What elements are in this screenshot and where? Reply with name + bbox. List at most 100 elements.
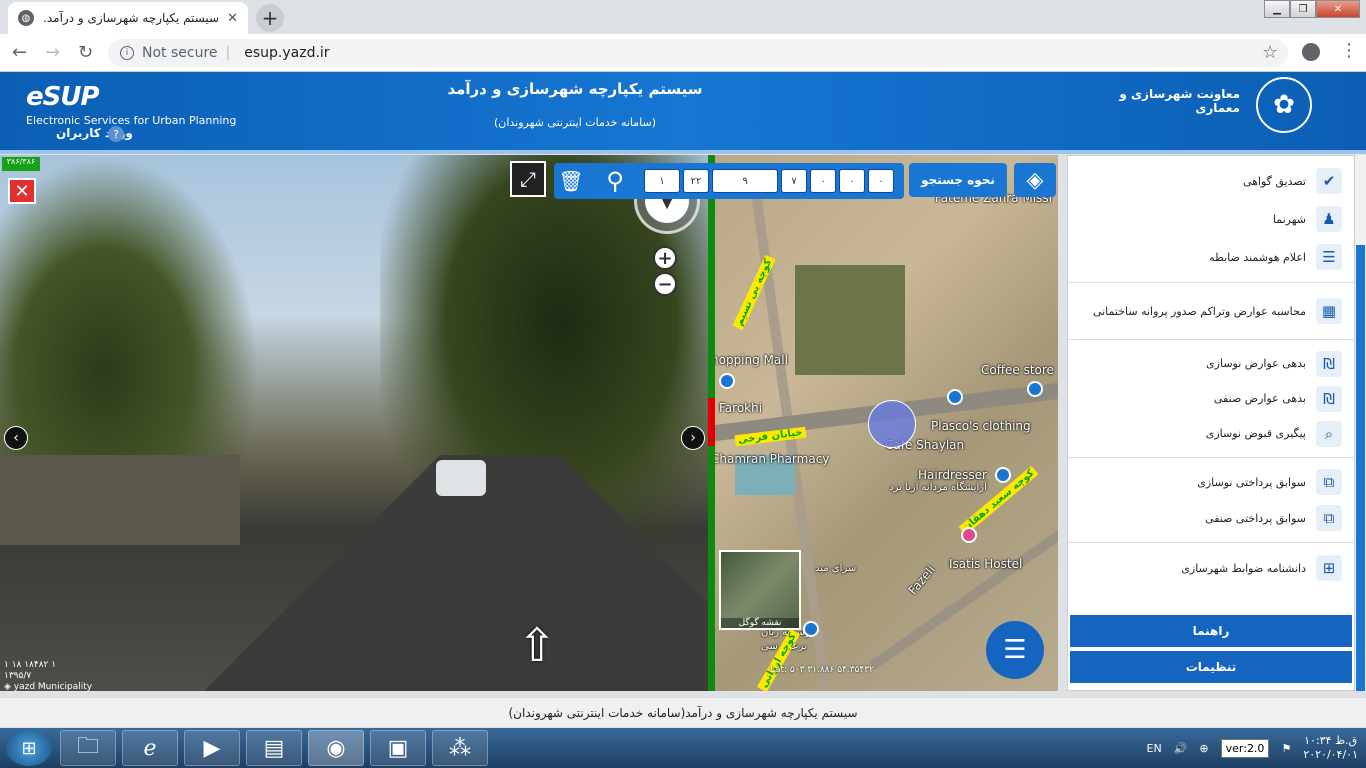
page-title: سیستم یکپارچه شهرسازی و درآمد xyxy=(447,80,703,98)
forward-arrow-icon[interactable]: ⇧ xyxy=(512,622,562,668)
security-status: Not secure xyxy=(142,45,218,61)
trash-icon[interactable]: 🗑 xyxy=(556,166,586,196)
page-subtitle: (سامانه خدمات اینترنتی شهروندان) xyxy=(493,116,657,129)
guide-button[interactable]: راهنما xyxy=(1070,615,1352,647)
search-icon[interactable]: ⚲ xyxy=(600,166,630,196)
code-cell[interactable]: ۲۲ xyxy=(683,169,709,193)
code-cell[interactable]: ۰ xyxy=(810,169,836,193)
help-icon[interactable]: ? xyxy=(108,126,124,142)
settings-button[interactable]: تنظیمات xyxy=(1070,651,1352,683)
hamburger-menu-icon[interactable]: ☰ xyxy=(986,621,1044,679)
map-label: Chamran Pharmacy xyxy=(715,452,830,466)
street-view-badge: ۳۸۶/۳۸۶ xyxy=(2,157,40,171)
control-panel-icon[interactable]: ▤ xyxy=(246,730,302,766)
document-lines-icon: ☰ xyxy=(1316,244,1342,270)
code-cell[interactable]: ۹ xyxy=(712,169,778,193)
caption-credit: ◈ yazd Municipality xyxy=(4,682,93,692)
map-label: سرای مید xyxy=(815,563,857,574)
url-text[interactable]: esup.yazd.ir xyxy=(244,45,329,61)
hotel-pin-icon[interactable] xyxy=(961,527,977,543)
shopping-pin-icon[interactable] xyxy=(719,373,735,389)
page-footer: سیستم یکپارچه شهرسازی و درآمد(سامانه خدم… xyxy=(0,697,1366,727)
payment-history-icon: ⧉ xyxy=(1316,469,1342,495)
service-item[interactable]: سوابق پرداختی صنفی ⧉ xyxy=(1068,500,1354,536)
bookmark-star-icon[interactable]: ☆ xyxy=(1262,42,1278,63)
system-tray: EN 🔊 ⊕ ver:2.0 ⚑ ق.ظ ۱۰:۳۴ ۲۰۲۰/۰۴/۰۱ xyxy=(1147,728,1358,768)
info-icon[interactable]: i xyxy=(120,46,134,60)
internet-explorer-icon[interactable]: ℯ xyxy=(122,730,178,766)
divider-marker xyxy=(708,398,715,446)
split-divider[interactable] xyxy=(708,155,715,691)
back-icon[interactable]: ← xyxy=(12,42,27,63)
map-label: Fazeli xyxy=(905,562,938,598)
fullscreen-icon[interactable]: ⤢ xyxy=(510,161,546,197)
layers-icon[interactable]: ◈ xyxy=(1014,163,1056,197)
close-street-view-button[interactable]: ✕ xyxy=(8,178,36,204)
service-item[interactable]: بدهی عوارض نوسازی ₪ xyxy=(1068,346,1354,381)
location-pin-icon[interactable] xyxy=(803,621,819,637)
service-item[interactable]: اعلام هوشمند ضابطه ☰ xyxy=(1068,238,1354,276)
shopping-pin-icon[interactable] xyxy=(947,389,963,405)
document-check-icon: ✔ xyxy=(1316,168,1342,194)
service-item[interactable]: محاسبه عوارض وتراکم صدور پروانه ساختمانی… xyxy=(1068,289,1354,333)
sitemap-icon: ⊞ xyxy=(1316,555,1342,581)
service-item[interactable]: سوابق پرداختی نوسازی ⧉ xyxy=(1068,464,1354,500)
browser-tab-bar: ◍ سیستم یکپارچه شهرسازی و درآمد... ✕ + ▁… xyxy=(0,0,1366,34)
chrome-icon[interactable]: ◉ xyxy=(308,730,364,766)
flag-icon[interactable]: ⚑ xyxy=(1281,742,1291,755)
language-indicator[interactable]: EN xyxy=(1147,742,1162,755)
service-item[interactable]: تصدیق گواهی ✔ xyxy=(1068,162,1354,200)
service-item[interactable]: شهرنما ♟ xyxy=(1068,200,1354,238)
shopping-pin-icon[interactable] xyxy=(1027,381,1043,397)
volume-icon[interactable]: 🔊 xyxy=(1174,742,1188,755)
service-label: سوابق پرداختی نوسازی xyxy=(1197,475,1306,489)
esup-logo[interactable]: eSUP xyxy=(26,82,100,112)
panel-scrollbar[interactable] xyxy=(1355,155,1366,691)
code-cell[interactable]: ۷ xyxy=(781,169,807,193)
code-cell[interactable]: ۱ xyxy=(644,169,680,193)
menu-kebab-icon[interactable]: ⋮ xyxy=(1340,40,1358,61)
code-cell[interactable]: ۰ xyxy=(868,169,894,193)
browser-tab[interactable]: ◍ سیستم یکپارچه شهرسازی و درآمد... ✕ xyxy=(8,2,248,34)
tab-title: سیستم یکپارچه شهرسازی و درآمد... xyxy=(44,11,220,25)
previous-arrow-icon[interactable]: ‹ xyxy=(4,426,28,450)
service-item[interactable]: بدهی عوارض صنفی ₪ xyxy=(1068,381,1354,416)
media-player-icon[interactable]: ▶ xyxy=(184,730,240,766)
new-tab-button[interactable]: + xyxy=(256,4,284,32)
divider: | xyxy=(225,45,231,61)
coordinates-readout: Lat: ۵۰۳ ۳۱.۸۸۶ ۵۴.۳۵۴۳۲ xyxy=(770,665,874,675)
minimap-label: نقشه گوگل xyxy=(721,618,799,628)
car-image xyxy=(436,460,486,496)
scrollbar-thumb[interactable] xyxy=(1356,245,1365,691)
zoom-in-button[interactable]: + xyxy=(653,246,677,270)
next-arrow-icon[interactable]: › xyxy=(681,426,705,450)
zoom-out-button[interactable]: − xyxy=(653,272,677,296)
omnibox[interactable]: i Not secure | esup.yazd.ir xyxy=(108,39,1288,67)
service-label: تصدیق گواهی xyxy=(1242,174,1306,188)
street-view-panorama[interactable] xyxy=(0,155,708,691)
minimize-button[interactable]: ▁ xyxy=(1264,0,1290,18)
map-toolbar: 🗑 ⚲ ۱ ۲۲ ۹ ۷ ۰ ۰ ۰ xyxy=(554,163,904,199)
close-window-button[interactable]: ✕ xyxy=(1316,0,1360,18)
header-divider xyxy=(0,150,1366,154)
view-direction-marker[interactable] xyxy=(868,400,916,448)
file-explorer-icon[interactable]: 🗀 xyxy=(60,730,116,766)
clock[interactable]: ق.ظ ۱۰:۳۴ ۲۰۲۰/۰۴/۰۱ xyxy=(1303,734,1358,762)
forward-icon[interactable]: → xyxy=(45,42,60,63)
account-icon[interactable] xyxy=(1302,43,1320,61)
network-icon[interactable]: ⊕ xyxy=(1199,742,1208,755)
location-pin-icon[interactable] xyxy=(995,467,1011,483)
google-map-thumbnail[interactable]: نقشه گوگل xyxy=(719,550,801,630)
network-app-icon[interactable]: ⁂ xyxy=(432,730,488,766)
how-to-search-button[interactable]: نحوه جستجو xyxy=(909,163,1007,197)
notepad-icon[interactable]: ▣ xyxy=(370,730,426,766)
service-item[interactable]: دانشنامه ضوابط شهرسازی ⊞ xyxy=(1068,549,1354,587)
maximize-button[interactable]: ❐ xyxy=(1290,0,1316,18)
reload-icon[interactable]: ↻ xyxy=(78,42,93,63)
start-button[interactable]: ⊞ xyxy=(6,730,52,766)
service-item[interactable]: پیگیری قبوض نوسازی ⌕ xyxy=(1068,416,1354,451)
service-label: محاسبه عوارض وتراکم صدور پروانه ساختمانی xyxy=(1092,304,1306,318)
tab-close-icon[interactable]: ✕ xyxy=(227,11,238,26)
satellite-map[interactable]: Fateme Zahra Missi hopping Mall Coffee s… xyxy=(715,155,1058,691)
code-cell[interactable]: ۰ xyxy=(839,169,865,193)
